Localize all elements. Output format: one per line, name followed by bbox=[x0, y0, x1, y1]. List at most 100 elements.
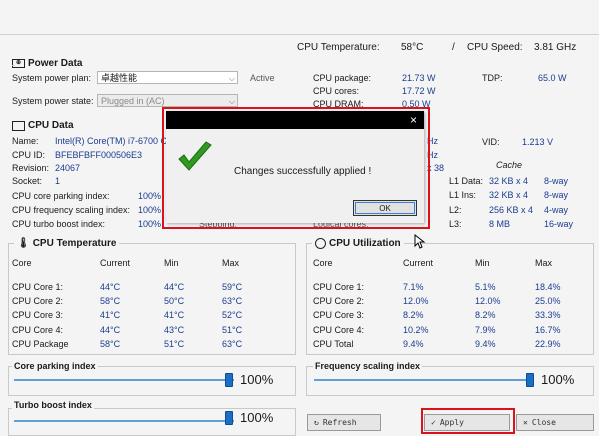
cell-min: 8.2% bbox=[475, 310, 496, 321]
apply-highlight bbox=[421, 408, 515, 434]
cell-core: CPU Core 2: bbox=[12, 295, 64, 306]
table-row: CPU Core 4: 10.2% 7.9% 16.7% bbox=[313, 323, 585, 337]
cpu-package-power-value: 21.73 W bbox=[402, 73, 436, 83]
cell-core: CPU Core 3: bbox=[12, 310, 64, 321]
cpu-temperature-label: CPU Temperature: bbox=[297, 42, 380, 53]
cell-min: 12.0% bbox=[475, 295, 501, 306]
core-parking-index-value: 100% bbox=[138, 191, 162, 201]
cell-current: 9.4% bbox=[403, 339, 424, 350]
tdp-value: 65.0 W bbox=[538, 73, 567, 83]
close-button-label: Close bbox=[531, 418, 556, 427]
core-parking-slider-thumb[interactable] bbox=[225, 373, 233, 387]
power-state-value: Plugged in (AC) bbox=[101, 96, 165, 106]
frequency-scaling-slider-thumb[interactable] bbox=[526, 373, 534, 387]
cache-l1-data-size: 32 KB x 4 bbox=[489, 176, 529, 186]
tdp-label: TDP: bbox=[482, 73, 503, 83]
refresh-button-label: Refresh bbox=[322, 418, 357, 427]
cpu-revision-value: 24067 bbox=[55, 163, 81, 173]
cell-min: 5.1% bbox=[475, 281, 496, 292]
column-header: Current bbox=[403, 258, 434, 269]
close-button[interactable]: ✕ Close bbox=[516, 414, 594, 431]
cell-max: 22.9% bbox=[535, 339, 561, 350]
chevron-down-icon: ⌵ bbox=[228, 74, 235, 83]
cpu-speed-label: CPU Speed: bbox=[467, 42, 523, 53]
column-header: Core bbox=[313, 258, 333, 269]
dialog-highlight bbox=[162, 107, 430, 229]
turbo-boost-percent: 100% bbox=[240, 410, 274, 425]
cell-max: 33.3% bbox=[535, 310, 561, 321]
cell-current: 7.1% bbox=[403, 281, 424, 292]
power-plan-select[interactable]: 卓越性能 ⌵ bbox=[97, 71, 238, 84]
core-parking-title: Core parking index bbox=[12, 361, 98, 371]
cell-current: 44°C bbox=[100, 324, 121, 335]
power-icon: ⊕ bbox=[12, 59, 25, 68]
cell-current: 41°C bbox=[100, 310, 121, 321]
frequency-scaling-title: Frequency scaling index bbox=[313, 361, 423, 371]
cache-l2-size: 256 KB x 4 bbox=[489, 205, 534, 215]
vid-label: VID: bbox=[482, 137, 500, 147]
power-plan-label: System power plan: bbox=[12, 73, 92, 83]
turbo-boost-index-label: CPU turbo boost index: bbox=[12, 219, 106, 229]
cell-min: 7.9% bbox=[475, 324, 496, 335]
cpu-data-title: CPU Data bbox=[28, 120, 74, 131]
cpu-temperature-value: 58°C bbox=[401, 42, 424, 53]
cell-min: 41°C bbox=[164, 310, 185, 321]
column-header: Min bbox=[164, 258, 179, 269]
cell-current: 58°C bbox=[100, 339, 121, 350]
cell-max: 51°C bbox=[222, 324, 243, 335]
core-parking-slider-track[interactable] bbox=[14, 379, 234, 381]
cell-core: CPU Core 4: bbox=[12, 324, 64, 335]
column-header: Min bbox=[475, 258, 490, 269]
frequency-scaling-slider-track[interactable] bbox=[314, 379, 532, 381]
cpu-cores-power-value: 17.72 W bbox=[402, 86, 436, 96]
turbo-boost-title: Turbo boost index bbox=[12, 400, 94, 410]
refresh-button[interactable]: ↻ Refresh bbox=[307, 414, 381, 431]
power-state-label: System power state: bbox=[12, 96, 94, 106]
monitor-icon bbox=[12, 120, 25, 131]
cpu-temperature-table: Core Current Min Max CPU Core 1: 44°C 44… bbox=[12, 256, 284, 351]
frequency-scaling-index-value: 100% bbox=[138, 205, 162, 215]
core-parking-percent: 100% bbox=[240, 372, 274, 387]
cpu-revision-label: Revision: bbox=[12, 163, 50, 173]
cache-l2-level: L2: bbox=[449, 205, 462, 215]
cpu-utilization-title: CPU Utilization bbox=[329, 238, 401, 249]
power-data-header: ⊕ Power Data bbox=[12, 58, 82, 69]
cache-l1-data-level: L1 Data: bbox=[449, 176, 484, 186]
column-header: Max bbox=[535, 258, 553, 269]
cpu-socket-value: 1 bbox=[55, 176, 61, 186]
top-separator: / bbox=[452, 42, 455, 53]
cpu-utilization-table: Core Current Min Max CPU Core 1: 7.1% 5.… bbox=[313, 256, 585, 351]
cell-current: 12.0% bbox=[403, 295, 429, 306]
cell-core: CPU Total bbox=[313, 339, 354, 350]
mouse-cursor-icon bbox=[414, 234, 426, 249]
vid-value: 1.213 V bbox=[522, 137, 554, 147]
refresh-icon: ↻ bbox=[314, 418, 319, 427]
cell-current: 8.2% bbox=[403, 310, 424, 321]
cpu-name-value: Intel(R) Core(TM) i7-6700 CP bbox=[55, 136, 174, 146]
turbo-boost-slider-thumb[interactable] bbox=[225, 411, 233, 425]
cell-min: 51°C bbox=[164, 339, 185, 350]
cpu-data-header: CPU Data bbox=[12, 120, 74, 131]
power-plan-value: 卓越性能 bbox=[101, 73, 138, 83]
cell-core: CPU Package bbox=[12, 339, 69, 350]
table-header-row: Core Current Min Max bbox=[313, 256, 585, 270]
cache-label: Cache bbox=[496, 160, 523, 170]
table-row: CPU Core 3: 8.2% 8.2% 33.3% bbox=[313, 308, 585, 322]
table-row: CPU Package 58°C 51°C 63°C bbox=[12, 337, 284, 351]
cache-l1-ins-level: L1 Ins: bbox=[449, 190, 477, 200]
core-parking-index-label: CPU core parking index: bbox=[12, 191, 110, 201]
table-row: CPU Total 9.4% 9.4% 22.9% bbox=[313, 337, 585, 351]
frequency-scaling-index-label: CPU frequency scaling index: bbox=[12, 205, 131, 215]
cache-l1-ins-ways: 8-way bbox=[544, 190, 569, 200]
cell-core: CPU Core 3: bbox=[313, 310, 365, 321]
column-header: Core bbox=[12, 258, 32, 269]
turbo-boost-slider-track[interactable] bbox=[14, 420, 234, 422]
turbo-boost-index-value: 100% bbox=[138, 219, 162, 229]
cell-min: 43°C bbox=[164, 324, 185, 335]
cell-current: 44°C bbox=[100, 281, 121, 292]
cell-max: 63°C bbox=[222, 295, 243, 306]
cpu-id-label: CPU ID: bbox=[12, 150, 46, 160]
cpu-cores-power-label: CPU cores: bbox=[313, 86, 360, 96]
cache-l3-size: 8 MB bbox=[489, 219, 511, 229]
cell-core: CPU Core 1: bbox=[12, 281, 64, 292]
